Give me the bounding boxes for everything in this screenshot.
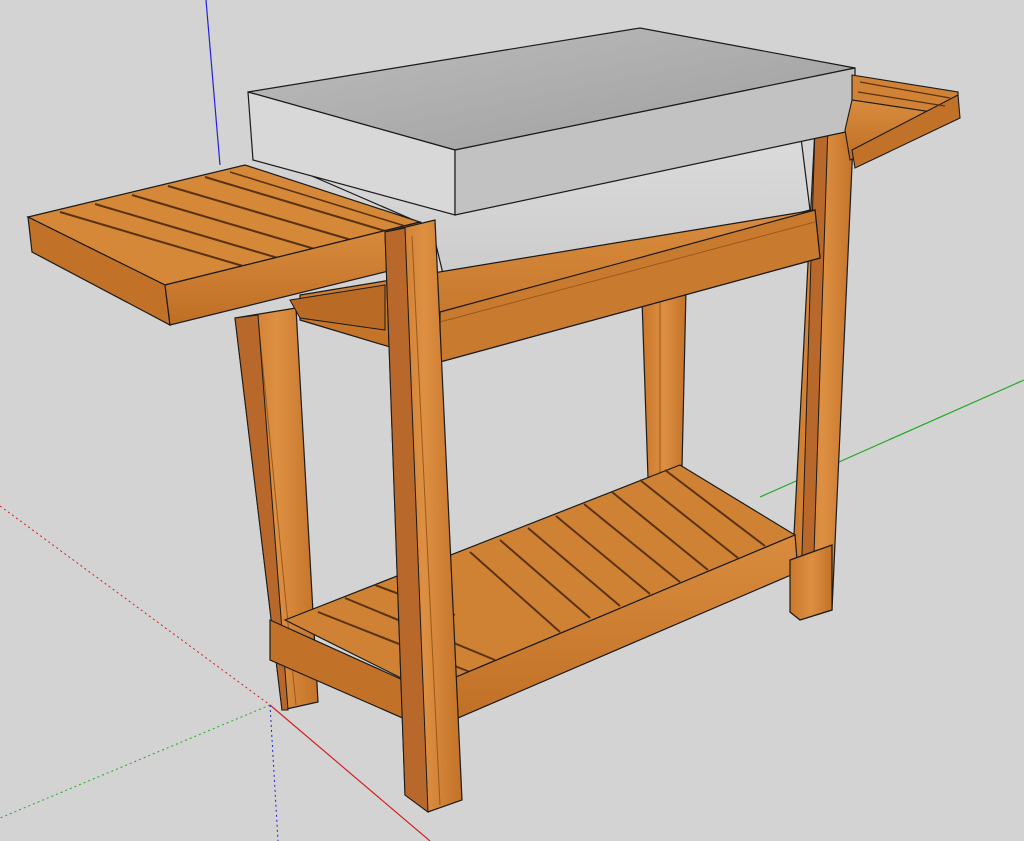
sketchup-viewport[interactable] — [0, 0, 1024, 841]
3d-model-canvas[interactable] — [0, 0, 1024, 841]
back-left-leg — [641, 289, 687, 479]
